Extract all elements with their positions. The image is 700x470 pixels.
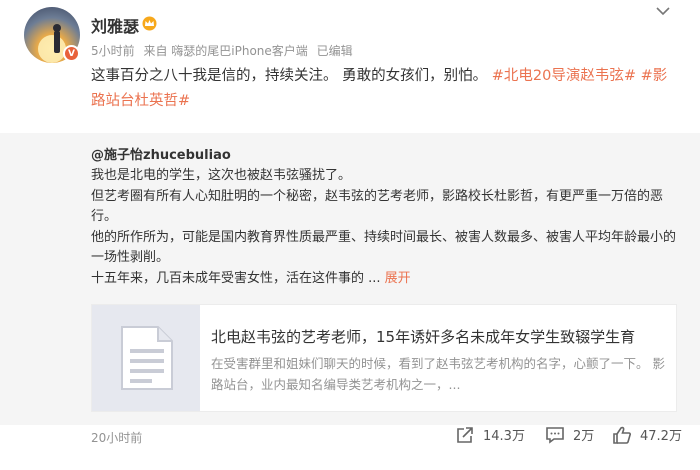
repost-author[interactable]: @施子怡zhucebuliao: [91, 144, 231, 163]
like-icon: [613, 426, 631, 444]
repost-time[interactable]: 20小时前: [91, 429, 142, 446]
chevron-down-icon[interactable]: [654, 4, 672, 18]
share-count: 14.3万: [483, 429, 525, 444]
expand-link[interactable]: 展开: [385, 271, 411, 286]
author-name[interactable]: 刘雅瑟: [91, 13, 139, 37]
repost-last-line: 十五年来，几百未成年受害女性，活在这件事的 ...: [91, 270, 381, 286]
article-card[interactable]: 北电赵韦弦的艺考老师，15年诱奸多名未成年女学生致辍学生育 在受害群里和姐妹们聊…: [91, 304, 677, 412]
reposted-content: @施子怡zhucebuliao 我也是北电的学生，这次也被赵韦弦骚扰了。 但艺考…: [0, 133, 700, 425]
repost-line: 但艺考圈有所有人心知肚明的一个秘密，赵韦弦的艺考老师，影路校长杜影哲，有更严重一…: [91, 188, 664, 225]
like-count: 47.2万: [640, 429, 682, 444]
document-icon: [121, 326, 173, 390]
post-text: 这事百分之八十我是信的，持续关注。 勇敢的女孩们，别怕。 #北电20导演赵韦弦#…: [91, 64, 681, 114]
post-time[interactable]: 5小时前: [91, 44, 135, 58]
repost-body: 我也是北电的学生，这次也被赵韦弦骚扰了。 但艺考圈有所有人心知肚明的一个秘密，赵…: [91, 166, 681, 290]
post-meta: 5小时前 来自 嗨瑟的尾巴iPhone客户端 已编辑: [91, 42, 358, 59]
article-title[interactable]: 北电赵韦弦的艺考老师，15年诱奸多名未成年女学生致辍学生育: [211, 326, 635, 347]
post-source: 来自 嗨瑟的尾巴iPhone客户端: [143, 44, 308, 58]
hashtag-link[interactable]: #北电20导演赵韦弦#: [492, 68, 636, 84]
article-desc: 在受害群里和姐妹们聊天的时候，看到了赵韦弦艺考机构的名字，心颤了一下。 影路站台…: [211, 356, 665, 392]
edited-label[interactable]: 已编辑: [317, 44, 353, 58]
like-button[interactable]: 47.2万: [612, 425, 682, 444]
repost-line: 我也是北电的学生，这次也被赵韦弦骚扰了。: [91, 168, 352, 183]
post-text-body: 这事百分之八十我是信的，持续关注。 勇敢的女孩们，别怕。: [91, 68, 488, 84]
weibo-post: V 刘雅瑟 5小时前 来自 嗨瑟的尾巴iPhone客户端 已编辑 这事百分之八十…: [0, 0, 700, 470]
verified-badge: V: [63, 45, 80, 62]
comment-icon: [546, 426, 564, 444]
share-icon: [457, 426, 473, 443]
repost-line: 十五年来，几百未成年受害女性，活在这件事的 ... 展开: [91, 269, 681, 290]
comment-button[interactable]: 2万: [545, 425, 594, 444]
comment-count: 2万: [573, 429, 595, 444]
repost-line: 他的所作所为，可能是国内教育界性质最严重、持续时间最长、被害人数最多、被害人平均…: [91, 229, 677, 266]
article-thumbnail: [92, 305, 200, 411]
share-button[interactable]: 14.3万: [455, 425, 525, 444]
crown-icon: [142, 16, 157, 31]
